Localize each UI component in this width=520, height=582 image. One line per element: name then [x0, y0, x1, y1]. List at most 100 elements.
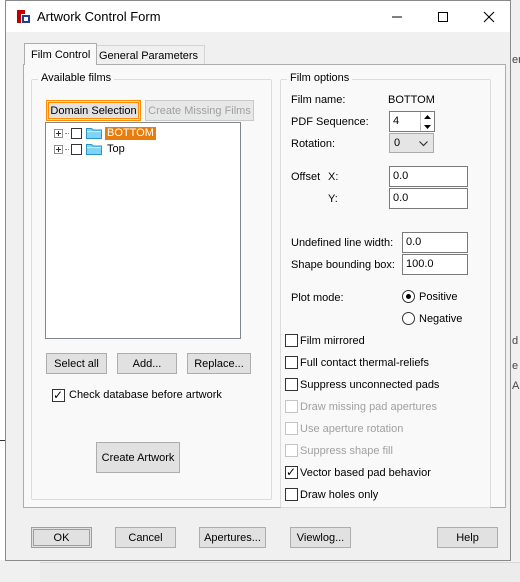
check-database-checkbox[interactable]: ✓ [52, 388, 65, 402]
shape-bounding-box-value: 100.0 [406, 258, 434, 270]
pdf-sequence-label: PDF Sequence: [291, 116, 369, 128]
offset-x-input[interactable]: 0.0 [389, 166, 468, 187]
check-database-label: Check database before artwork [69, 389, 222, 401]
button-label: Viewlog... [296, 531, 345, 544]
tree-connector [65, 132, 69, 134]
rotation-label: Rotation: [291, 138, 336, 150]
domain-selection-button[interactable]: Domain Selection [46, 100, 141, 121]
close-icon [483, 11, 495, 22]
maximize-icon [438, 11, 448, 22]
button-label: Apertures... [204, 531, 261, 544]
checkmark-icon: ✓ [286, 465, 297, 479]
vector-based-pad-behavior-label: Vector based pad behavior [300, 467, 431, 479]
group-label: Available films [38, 72, 115, 84]
offset-x-label: X: [328, 171, 339, 183]
add-button[interactable]: Add... [117, 353, 177, 374]
pdf-sequence-value: 4 [393, 115, 400, 127]
pdf-sequence-stepper[interactable]: 4 [389, 111, 435, 132]
film-checkbox[interactable] [71, 143, 82, 155]
offset-y-value: 0.0 [393, 192, 409, 204]
film-name-value: BOTTOM [388, 94, 435, 106]
spin-up-button[interactable] [420, 112, 434, 121]
negative-radio[interactable] [402, 312, 415, 325]
rotation-value: 0 [394, 137, 401, 149]
expand-icon[interactable] [54, 144, 63, 154]
suppress-shape-fill-checkbox[interactable] [285, 444, 298, 457]
button-label: Add... [132, 357, 162, 370]
rotation-select[interactable]: 0 [389, 133, 434, 153]
shape-bounding-box-input[interactable]: 100.0 [402, 254, 468, 275]
app-icon [15, 8, 32, 25]
title-bar[interactable]: Artwork Control Form [6, 1, 510, 32]
button-label: Cancel [128, 531, 163, 544]
use-aperture-rotation-checkbox[interactable] [285, 422, 298, 435]
tree-item-bottom[interactable]: BOTTOM [54, 126, 156, 140]
draw-holes-only-label: Draw holes only [300, 489, 379, 501]
draw-missing-pad-apertures-label: Draw missing pad apertures [300, 401, 437, 413]
button-label: Create Artwork [101, 451, 175, 464]
offset-label: Offset [291, 171, 321, 183]
apertures-button[interactable]: Apertures... [199, 527, 266, 548]
offset-y-input[interactable]: 0.0 [389, 188, 468, 209]
button-label: Create Missing Films [148, 104, 251, 117]
expand-icon[interactable] [54, 128, 63, 138]
button-label: Domain Selection [50, 104, 137, 117]
background-text: er [512, 54, 520, 66]
suppress-shape-fill-label: Suppress shape fill [300, 445, 393, 457]
close-button[interactable] [466, 1, 512, 32]
group-label: Film options [287, 72, 353, 84]
undefined-line-width-value: 0.0 [406, 236, 422, 248]
film-checkbox[interactable] [71, 127, 82, 139]
minimize-button[interactable] [374, 1, 420, 32]
button-label: Help [456, 531, 479, 544]
tree-connector [65, 148, 69, 150]
film-label[interactable]: BOTTOM [105, 126, 156, 140]
undefined-line-width-input[interactable]: 0.0 [402, 232, 468, 253]
film-mirrored-checkbox[interactable] [285, 334, 298, 347]
vector-based-pad-behavior-checkbox[interactable]: ✓ [285, 465, 298, 479]
select-all-button[interactable]: Select all [46, 353, 107, 374]
button-label: OK [53, 531, 70, 544]
background-text: Al [512, 380, 520, 392]
undefined-line-width-label: Undefined line width: [291, 237, 394, 249]
create-artwork-button[interactable]: Create Artwork [96, 442, 180, 473]
tree-item-top[interactable]: Top [54, 142, 127, 156]
draw-missing-pad-apertures-checkbox[interactable] [285, 400, 298, 413]
films-tree[interactable]: BOTTOM Top [45, 122, 241, 339]
ok-button[interactable]: OK [31, 527, 92, 548]
tab-general-parameters[interactable]: General Parameters [92, 45, 206, 65]
window-title: Artwork Control Form [37, 9, 161, 24]
film-label[interactable]: Top [105, 143, 127, 156]
film-name-label: Film name: [291, 94, 346, 106]
help-button[interactable]: Help [437, 527, 498, 548]
arrow-up-icon [424, 114, 431, 119]
tab-film-control[interactable]: Film Control [24, 43, 98, 65]
maximize-button[interactable] [420, 1, 466, 32]
radio-dot-icon [406, 294, 411, 299]
button-label: Select all [54, 357, 99, 370]
film-mirrored-label: Film mirrored [300, 335, 365, 347]
positive-radio[interactable] [402, 290, 415, 303]
folder-icon [86, 128, 102, 139]
folder-icon [86, 144, 102, 155]
replace-button[interactable]: Replace... [187, 353, 251, 374]
spin-down-button[interactable] [420, 122, 434, 131]
button-label: Replace... [194, 357, 244, 370]
arrow-down-icon [424, 124, 431, 129]
minimize-icon [392, 16, 402, 17]
suppress-unconnected-pads-checkbox[interactable] [285, 378, 298, 391]
positive-label: Positive [419, 291, 458, 303]
checkmark-icon: ✓ [53, 388, 64, 402]
draw-holes-only-checkbox[interactable] [285, 488, 298, 501]
background-window [510, 0, 520, 582]
use-aperture-rotation-label: Use aperture rotation [300, 423, 404, 435]
plot-mode-label: Plot mode: [291, 292, 344, 304]
tab-label: Film Control [31, 48, 91, 61]
offset-x-value: 0.0 [393, 170, 409, 182]
viewlog-button[interactable]: Viewlog... [290, 527, 351, 548]
suppress-unconnected-pads-label: Suppress unconnected pads [300, 379, 440, 391]
create-missing-films-button[interactable]: Create Missing Films [145, 100, 254, 121]
background-text: e [512, 360, 519, 372]
full-contact-thermal-reliefs-checkbox[interactable] [285, 356, 298, 369]
cancel-button[interactable]: Cancel [115, 527, 176, 548]
